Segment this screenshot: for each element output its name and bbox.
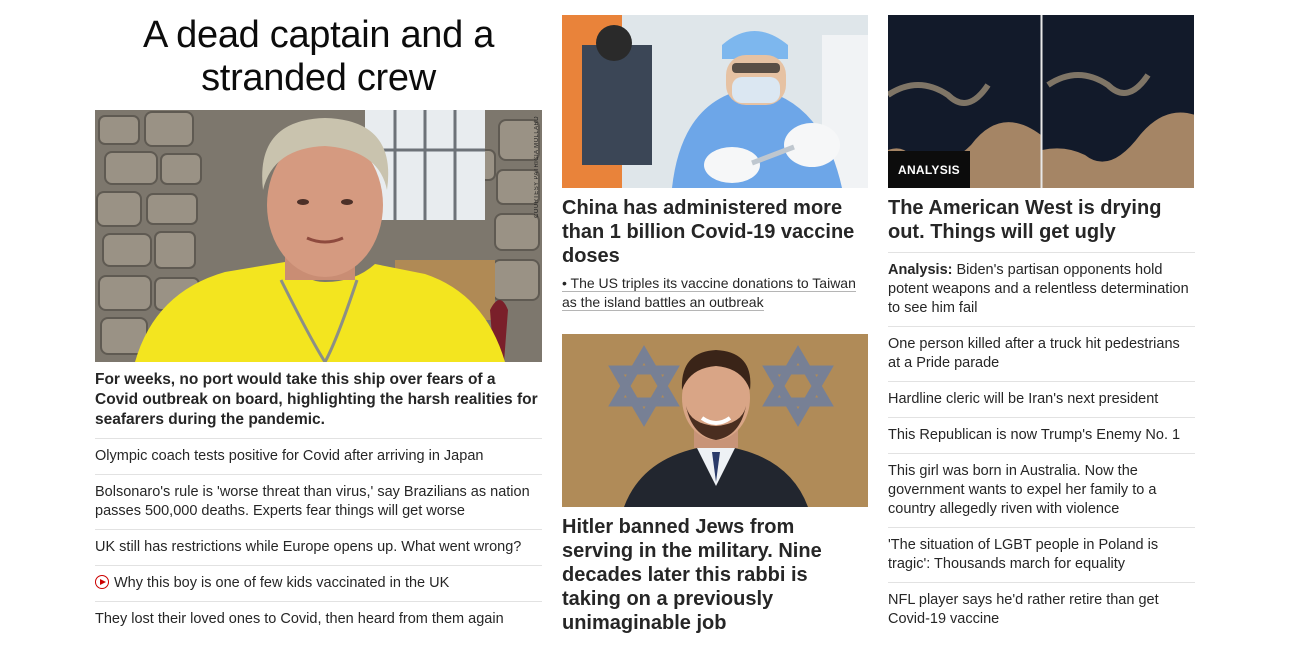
rabbi-image[interactable]: [562, 334, 868, 507]
right-links-list: Analysis: Biden's partisan opponents hol…: [888, 253, 1195, 637]
list-item[interactable]: Olympic coach tests positive for Covid a…: [95, 439, 542, 475]
story-link[interactable]: Bolsonaro's rule is 'worse threat than v…: [95, 484, 530, 519]
rabbi-headline[interactable]: Hitler banned Jews from serving in the m…: [562, 515, 868, 635]
story-link[interactable]: They lost their loved ones to Covid, the…: [95, 611, 504, 627]
story-link[interactable]: 'The situation of LGBT people in Poland …: [888, 537, 1158, 572]
related-links-list: Olympic coach tests positive for Covid a…: [95, 439, 542, 637]
featured-story: A dead captain and a stranded crew COURT…: [95, 14, 542, 637]
list-item[interactable]: Hardline cleric will be Iran's next pres…: [888, 382, 1195, 418]
featured-headline[interactable]: A dead captain and a stranded crew: [95, 14, 542, 100]
story-link[interactable]: Hardline cleric will be Iran's next pres…: [888, 391, 1158, 407]
sub-headline-block: • The US triples its vaccine donations t…: [562, 274, 868, 312]
featured-image[interactable]: COURTESY PATRICIA MOLLARD: [95, 110, 542, 362]
featured-description[interactable]: For weeks, no port would take this ship …: [95, 370, 542, 439]
list-item[interactable]: 'The situation of LGBT people in Poland …: [888, 528, 1195, 583]
play-video-icon: [95, 575, 109, 589]
list-item[interactable]: Bolsonaro's rule is 'worse threat than v…: [95, 475, 542, 530]
story-link[interactable]: UK still has restrictions while Europe o…: [95, 539, 521, 555]
rabbi-photo-illustration: [562, 334, 868, 507]
analysis-badge: ANALYSIS: [888, 151, 970, 188]
taiwan-donation-link[interactable]: • The US triples its vaccine donations t…: [562, 275, 856, 311]
story-link[interactable]: One person killed after a truck hit pede…: [888, 336, 1180, 371]
list-item[interactable]: One person killed after a truck hit pede…: [888, 327, 1195, 382]
captain-photo-illustration: [95, 110, 542, 362]
vaccination-photo-illustration: [562, 15, 868, 188]
vaccine-image[interactable]: [562, 15, 868, 188]
story-link[interactable]: Why this boy is one of few kids vaccinat…: [114, 575, 449, 591]
list-item[interactable]: They lost their loved ones to Covid, the…: [95, 602, 542, 637]
analysis-prefix: Analysis:: [888, 262, 953, 278]
list-item[interactable]: Analysis: Biden's partisan opponents hol…: [888, 253, 1195, 327]
drought-image[interactable]: ANALYSIS: [888, 15, 1194, 188]
china-vaccine-headline[interactable]: China has administered more than 1 billi…: [562, 196, 868, 268]
list-item[interactable]: NFL player says he'd rather retire than …: [888, 583, 1195, 637]
list-item[interactable]: Why this boy is one of few kids vaccinat…: [95, 566, 542, 602]
list-item[interactable]: This girl was born in Australia. Now the…: [888, 454, 1195, 528]
list-item[interactable]: UK still has restrictions while Europe o…: [95, 530, 542, 566]
list-item[interactable]: This Republican is now Trump's Enemy No.…: [888, 418, 1195, 454]
story-link[interactable]: This Republican is now Trump's Enemy No.…: [888, 427, 1180, 443]
right-stories: ANALYSIS The American West is drying out…: [888, 15, 1195, 637]
story-link[interactable]: Olympic coach tests positive for Covid a…: [95, 448, 483, 464]
story-link[interactable]: NFL player says he'd rather retire than …: [888, 592, 1159, 627]
american-west-headline[interactable]: The American West is drying out. Things …: [888, 196, 1195, 253]
photo-credit: COURTESY PATRICIA MOLLARD: [534, 116, 540, 218]
middle-stories: China has administered more than 1 billi…: [562, 15, 868, 635]
story-link[interactable]: This girl was born in Australia. Now the…: [888, 463, 1156, 517]
